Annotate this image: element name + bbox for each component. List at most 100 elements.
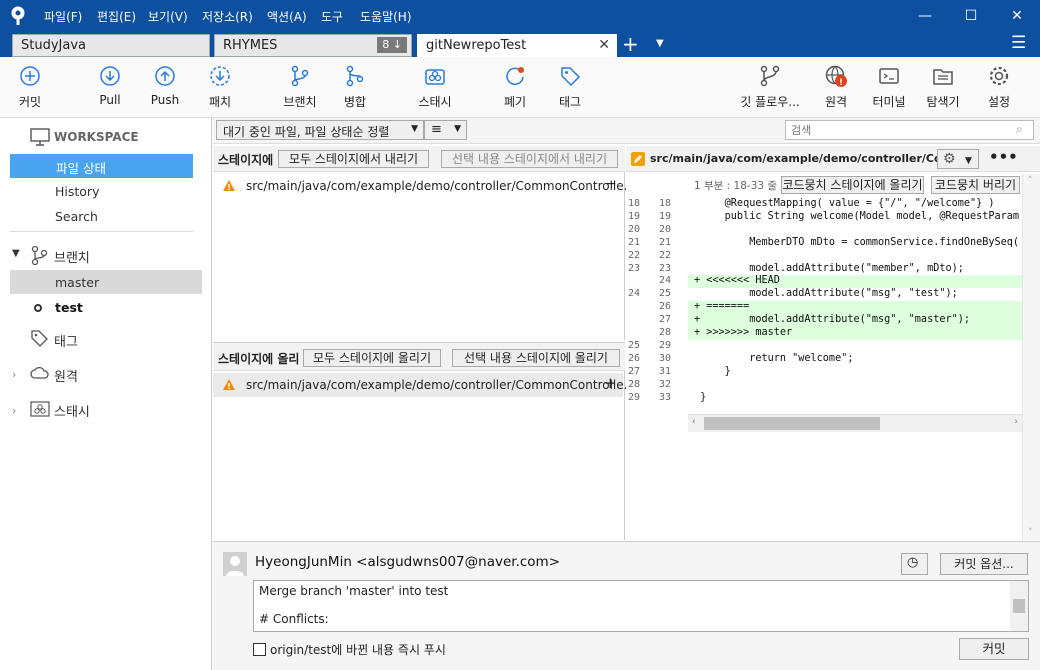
stage-selected-button[interactable]: 선택 내용 스테이지에 올리기 — [452, 349, 620, 367]
maximize-button[interactable]: ☐ — [948, 0, 994, 32]
line-number-gutter: 22 22 — [626, 249, 688, 263]
commit-submit-button[interactable]: 커밋 — [959, 638, 1029, 660]
fetch-button[interactable]: 패치 — [202, 65, 238, 110]
tab-rhymes[interactable]: RHYMES 8 ↓ — [214, 34, 412, 57]
explorer-label: 탐색기 — [926, 95, 960, 109]
unstage-all-button[interactable]: 모두 스테이지에서 내리기 — [278, 150, 429, 168]
menu-edit[interactable]: 편집(E) — [97, 8, 136, 25]
file-path: src/main/java/com/example/demo/controlle… — [246, 378, 636, 392]
menu-actions[interactable]: 액션(A) — [267, 8, 307, 25]
add-tab-icon[interactable]: + — [622, 32, 639, 56]
diff-line: 19 19 public String welcome(Model model, … — [626, 210, 1022, 224]
branch-button[interactable]: 브랜치 — [280, 65, 320, 110]
discard-button[interactable]: 폐기 — [497, 65, 533, 110]
message-scrollbar[interactable] — [1010, 581, 1028, 631]
sidebar-item-search[interactable]: Search — [55, 209, 98, 224]
diff-line: 18 18 @RequestMapping( value = {"/", "/we… — [626, 198, 1022, 211]
search-input[interactable] — [785, 120, 1034, 140]
view-mode-dropdown[interactable]: ≡ ▼ — [424, 120, 467, 140]
tags-heading[interactable]: 태그 — [54, 331, 78, 350]
explorer-button[interactable]: 탐색기 — [923, 65, 963, 110]
context-line — [688, 378, 1022, 392]
terminal-icon — [879, 68, 899, 84]
hamburger-menu-icon[interactable]: ☰ — [1011, 33, 1026, 53]
tab-label: StudyJava — [21, 38, 86, 53]
minimize-button[interactable]: — — [902, 0, 948, 32]
new-line-number: 19 — [659, 210, 672, 222]
remotes-heading[interactable]: 원격 — [54, 366, 78, 385]
new-line-number: 27 — [659, 314, 672, 326]
close-tab-icon[interactable]: ✕ — [598, 37, 610, 53]
stage-all-button[interactable]: 모두 스테이지에 올리기 — [303, 349, 441, 367]
settings-button[interactable]: 설정 — [981, 65, 1017, 110]
branch-item-master[interactable]: master — [10, 270, 202, 294]
pull-button[interactable]: Pull — [92, 65, 128, 107]
discard-hunk-button[interactable]: 코드뭉치 버리기 — [931, 176, 1020, 194]
commit-history-button[interactable]: ◷ — [901, 553, 928, 575]
commit-button[interactable]: 커밋 — [12, 65, 48, 110]
staged-title: 스테이지에 — [218, 153, 274, 167]
staged-header: 스테이지에 모두 스테이지에서 내리기 선택 내용 스테이지에서 내리기 — [213, 146, 625, 172]
divider — [10, 231, 193, 232]
menu-tools[interactable]: 도구 — [321, 8, 343, 25]
tag-button[interactable]: 태그 — [552, 65, 588, 110]
horizontal-scrollbar[interactable]: ‹ › — [688, 414, 1022, 432]
menu-file[interactable]: 파일(F) — [44, 8, 82, 25]
remote-button[interactable]: ! 원격 — [818, 65, 854, 110]
branch-item-test[interactable]: test — [55, 300, 83, 315]
branch-icon — [291, 65, 309, 87]
tab-dropdown-icon[interactable]: ▼ — [656, 38, 664, 49]
terminal-button[interactable]: 터미널 — [869, 65, 909, 110]
sort-dropdown[interactable]: 대기 중인 파일, 파일 상태순 정렬 ▼ — [216, 120, 424, 140]
more-options-icon[interactable]: ••• — [989, 148, 1018, 166]
commit-area: HyeongJunMin <alsgudwns007@naver.com> ◷ … — [213, 541, 1040, 670]
scroll-right-icon[interactable]: › — [1014, 417, 1018, 427]
branches-heading[interactable]: 브랜치 — [54, 247, 90, 266]
chevron-right-icon[interactable]: › — [12, 404, 16, 417]
scrollbar-thumb[interactable] — [1013, 599, 1025, 613]
menu-help[interactable]: 도움말(H) — [360, 8, 412, 25]
staged-file-row[interactable]: ! src/main/java/com/example/demo/control… — [213, 174, 635, 198]
added-line: + ======= — [688, 301, 1022, 315]
vertical-scrollbar[interactable]: ˄ ˅ — [1022, 174, 1040, 540]
push-immediately-checkbox[interactable] — [253, 643, 266, 656]
merge-button[interactable]: 병합 — [337, 65, 373, 110]
stash-icon — [30, 401, 50, 417]
svg-text:!: ! — [227, 382, 231, 391]
menu-repository[interactable]: 저장소(R) — [202, 8, 253, 25]
scroll-up-icon[interactable]: ˄ — [1028, 176, 1033, 186]
stage-hunk-button[interactable]: 코드뭉치 스테이지에 올리기 — [781, 176, 924, 194]
unstage-selected-button[interactable]: 선택 내용 스테이지에서 내리기 — [441, 150, 618, 168]
menu-view[interactable]: 보기(V) — [148, 8, 188, 25]
chevron-right-icon[interactable]: › — [12, 368, 16, 381]
old-line-number: 25 — [628, 339, 641, 351]
diff-options-dropdown[interactable]: ⚙ ▼ — [937, 149, 979, 169]
scroll-left-icon[interactable]: ‹ — [692, 417, 696, 427]
stashes-heading[interactable]: 스태시 — [54, 401, 90, 420]
commit-message-line — [259, 598, 1023, 612]
branch-label: master — [55, 275, 100, 290]
tab-gitnewrepotest[interactable]: gitNewrepoTest ✕ — [417, 34, 617, 57]
unstaged-file-row[interactable]: ! src/main/java/com/example/demo/control… — [213, 373, 635, 397]
new-line-number: 25 — [659, 288, 672, 300]
sidebar-item-history[interactable]: History — [55, 184, 99, 199]
scrollbar-thumb[interactable] — [704, 417, 880, 430]
chevron-down-icon[interactable]: ▼ — [12, 248, 20, 259]
commit-label: 커밋 — [18, 95, 42, 109]
close-window-button[interactable]: ✕ — [994, 0, 1040, 32]
diff-line: 20 20 — [626, 223, 1022, 237]
stash-button[interactable]: 스태시 — [414, 65, 456, 110]
old-line-number: 28 — [628, 378, 641, 390]
commit-message-input[interactable]: Merge branch 'master' into test # Confli… — [253, 580, 1029, 632]
tag-icon — [561, 67, 581, 87]
unstage-file-icon[interactable]: − — [605, 176, 617, 192]
stage-file-icon[interactable]: + — [604, 374, 617, 392]
old-line-number: 29 — [628, 391, 641, 403]
new-line-number: 21 — [659, 236, 672, 248]
tab-studyjava[interactable]: StudyJava — [12, 34, 210, 57]
scroll-down-icon[interactable]: ˅ — [1028, 528, 1033, 538]
git-flow-button[interactable]: 깃 플로우... — [738, 65, 802, 110]
sidebar-item-file-status[interactable]: 파일 상태 — [10, 154, 193, 178]
commit-options-dropdown[interactable]: 커밋 옵션... — [940, 553, 1028, 575]
push-button[interactable]: Push — [147, 65, 183, 107]
